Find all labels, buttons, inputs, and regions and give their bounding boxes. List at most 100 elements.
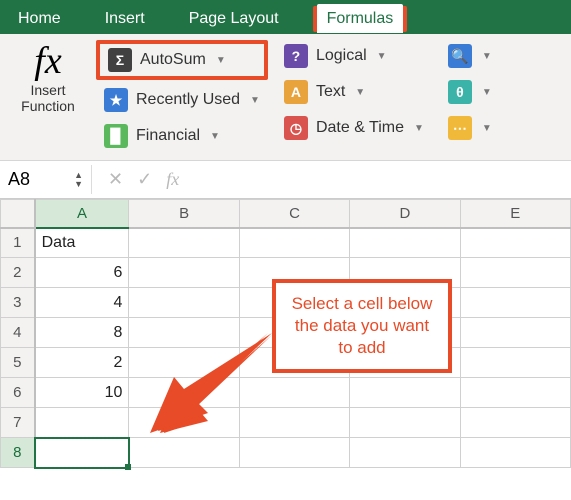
cell[interactable] [460, 318, 570, 348]
autosum-button[interactable]: Σ AutoSum ▼ [100, 44, 264, 76]
cell[interactable] [460, 258, 570, 288]
cell[interactable] [35, 408, 129, 438]
name-box-value: A8 [8, 169, 30, 190]
cell[interactable] [129, 438, 239, 468]
math-button[interactable]: θ ▼ [440, 76, 500, 108]
col-header-e[interactable]: E [460, 200, 570, 228]
cell[interactable] [239, 438, 349, 468]
cell[interactable] [460, 408, 570, 438]
cell[interactable] [350, 228, 460, 258]
accept-icon[interactable]: ✓ [137, 169, 152, 190]
chevron-down-icon: ▼ [482, 51, 492, 62]
cell[interactable]: 10 [35, 378, 129, 408]
highlight-autosum: Σ AutoSum ▼ [96, 40, 268, 80]
star-icon: ★ [104, 88, 128, 112]
cell[interactable]: 6 [35, 258, 129, 288]
more-button[interactable]: ⋯ ▼ [440, 112, 500, 144]
cell[interactable] [460, 228, 570, 258]
chevron-down-icon: ▼ [250, 95, 260, 106]
row-header[interactable]: 4 [1, 318, 35, 348]
highlight-formulas-tab: Formulas [313, 6, 408, 32]
row-header[interactable]: 3 [1, 288, 35, 318]
lookup-button[interactable]: 🔍 ▼ [440, 40, 500, 72]
cancel-icon[interactable]: ✕ [108, 169, 123, 190]
cell[interactable] [129, 228, 239, 258]
cell[interactable] [460, 438, 570, 468]
col-header-b[interactable]: B [129, 200, 239, 228]
table-row: 8 [1, 438, 571, 468]
letter-a-icon: A [284, 80, 308, 104]
table-row: 7 [1, 408, 571, 438]
row-header[interactable]: 2 [1, 258, 35, 288]
formula-bar: A8 ▲▼ ✕ ✓ fx [0, 161, 571, 199]
cell[interactable] [350, 378, 460, 408]
logical-label: Logical [316, 47, 367, 65]
autosum-label: AutoSum [140, 51, 206, 69]
cell[interactable]: 8 [35, 318, 129, 348]
row-header[interactable]: 8 [1, 438, 35, 468]
callout-instruction: Select a cell below the data you want to… [272, 279, 452, 373]
text-label: Text [316, 83, 345, 101]
row-header[interactable]: 1 [1, 228, 35, 258]
col-header-c[interactable]: C [239, 200, 349, 228]
ribbon-col-3: 🔍 ▼ θ ▼ ⋯ ▼ [440, 40, 500, 152]
fx-icon[interactable]: fx [166, 169, 179, 190]
fx-icon: fx [28, 40, 67, 80]
recently-used-label: Recently Used [136, 91, 240, 109]
table-row: 1Data [1, 228, 571, 258]
chevron-down-icon: ▼ [482, 123, 492, 134]
chevron-down-icon: ▼ [377, 51, 387, 62]
cell[interactable]: 4 [35, 288, 129, 318]
recently-used-button[interactable]: ★ Recently Used ▼ [96, 84, 268, 116]
tab-home[interactable]: Home [8, 4, 71, 34]
name-box[interactable]: A8 ▲▼ [0, 165, 92, 194]
formula-controls: ✕ ✓ fx [92, 169, 195, 190]
tab-insert[interactable]: Insert [95, 4, 155, 34]
cell[interactable] [129, 258, 239, 288]
col-header-a[interactable]: A [35, 200, 129, 228]
cell[interactable] [460, 348, 570, 378]
financial-button[interactable]: ▉ Financial ▼ [96, 120, 268, 152]
cell[interactable] [129, 288, 239, 318]
tab-page-layout[interactable]: Page Layout [179, 4, 289, 34]
table-row: 610 [1, 378, 571, 408]
datetime-label: Date & Time [316, 119, 404, 137]
cell[interactable] [460, 378, 570, 408]
col-header-d[interactable]: D [350, 200, 460, 228]
chevron-down-icon: ▼ [482, 87, 492, 98]
row-header[interactable]: 6 [1, 378, 35, 408]
text-button[interactable]: A Text ▼ [276, 76, 432, 108]
row-header[interactable]: 7 [1, 408, 35, 438]
formula-input[interactable] [195, 176, 571, 184]
financial-label: Financial [136, 127, 200, 145]
name-box-stepper[interactable]: ▲▼ [74, 171, 83, 189]
sigma-icon: Σ [108, 48, 132, 72]
arrow-annotation [140, 327, 280, 437]
cell[interactable]: Data [35, 228, 129, 258]
logical-button[interactable]: ? Logical ▼ [276, 40, 432, 72]
tab-formulas[interactable]: Formulas [317, 4, 404, 33]
cell[interactable] [350, 438, 460, 468]
question-icon: ? [284, 44, 308, 68]
insert-function-label: Insert Function [21, 82, 75, 114]
select-all-corner[interactable] [1, 200, 35, 228]
cell[interactable] [350, 408, 460, 438]
search-icon: 🔍 [448, 44, 472, 68]
insert-function-group[interactable]: fx Insert Function [8, 40, 88, 152]
more-icon: ⋯ [448, 116, 472, 140]
chevron-down-icon: ▼ [355, 87, 365, 98]
theta-icon: θ [448, 80, 472, 104]
cell[interactable]: 2 [35, 348, 129, 378]
ribbon-col-1: Σ AutoSum ▼ ★ Recently Used ▼ ▉ Financia… [96, 40, 268, 152]
cell[interactable] [35, 438, 129, 468]
book-icon: ▉ [104, 124, 128, 148]
ribbon-col-2: ? Logical ▼ A Text ▼ ◷ Date & Time ▼ [276, 40, 432, 152]
cell[interactable] [460, 288, 570, 318]
datetime-button[interactable]: ◷ Date & Time ▼ [276, 112, 432, 144]
spreadsheet-grid: A B C D E 1Data2634485261078 Select a ce… [0, 199, 571, 468]
cell[interactable] [239, 228, 349, 258]
clock-icon: ◷ [284, 116, 308, 140]
chevron-down-icon: ▼ [210, 131, 220, 142]
chevron-down-icon: ▼ [414, 123, 424, 134]
row-header[interactable]: 5 [1, 348, 35, 378]
